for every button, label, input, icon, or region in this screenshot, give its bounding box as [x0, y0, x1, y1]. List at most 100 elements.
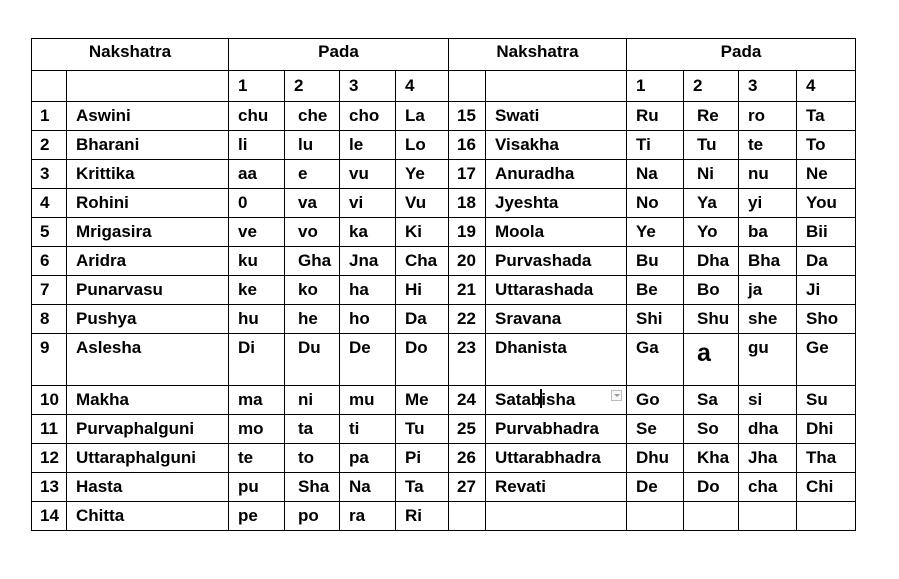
pada-syllable-cell[interactable]: Tu	[395, 414, 449, 444]
pada-syllable-cell[interactable]: Da	[796, 246, 856, 276]
pada-syllable-cell[interactable]: ve	[228, 217, 285, 247]
nakshatra-name-cell[interactable]: Bharani	[66, 130, 229, 160]
pada-syllable-cell[interactable]: ha	[339, 275, 396, 305]
nakshatra-name-cell[interactable]: Jyeshta	[485, 188, 627, 218]
pada-syllable-cell[interactable]: vo	[284, 217, 340, 247]
pada-syllable-cell[interactable]: she	[738, 304, 797, 334]
nakshatra-name-cell[interactable]: Chitta	[66, 501, 229, 531]
pada-syllable-cell[interactable]: Tha	[796, 443, 856, 473]
nakshatra-number-cell[interactable]: 25	[448, 414, 486, 444]
pada-syllable-cell[interactable]: cha	[738, 472, 797, 502]
nakshatra-name-cell[interactable]: Anuradha	[485, 159, 627, 189]
nakshatra-name-cell[interactable]: Rohini	[66, 188, 229, 218]
pada-syllable-cell[interactable]: Dhu	[626, 443, 684, 473]
header-nakshatra-left[interactable]: Nakshatra	[31, 38, 229, 71]
pada-syllable-cell[interactable]: Ta	[395, 472, 449, 502]
pada-syllable-cell[interactable]: Sa	[683, 385, 739, 415]
pada-syllable-cell[interactable]: mo	[228, 414, 285, 444]
pada-syllable-cell[interactable]: Jha	[738, 443, 797, 473]
nakshatra-number-cell[interactable]: 11	[31, 414, 67, 444]
pada-syllable-cell[interactable]: Cha	[395, 246, 449, 276]
nakshatra-number-cell[interactable]: 21	[448, 275, 486, 305]
pada-syllable-cell[interactable]: Su	[796, 385, 856, 415]
pada-syllable-cell[interactable]: Sha	[284, 472, 340, 502]
nakshatra-name-cell[interactable]	[485, 501, 627, 531]
pada-number-cell[interactable]: 4	[796, 70, 856, 102]
nakshatra-number-cell[interactable]	[448, 501, 486, 531]
nakshatra-number-cell[interactable]: 27	[448, 472, 486, 502]
pada-syllable-cell[interactable]: mu	[339, 385, 396, 415]
pada-syllable-cell[interactable]: te	[228, 443, 285, 473]
pada-syllable-cell[interactable]: ho	[339, 304, 396, 334]
pada-syllable-cell[interactable]: Ru	[626, 101, 684, 131]
pada-syllable-cell[interactable]: Bu	[626, 246, 684, 276]
pada-syllable-cell[interactable]: to	[284, 443, 340, 473]
pada-syllable-cell[interactable]: 0	[228, 188, 285, 218]
pada-syllable-cell[interactable]: Ye	[395, 159, 449, 189]
pada-syllable-cell[interactable]: yi	[738, 188, 797, 218]
pada-syllable-cell[interactable]: chu	[228, 101, 285, 131]
pada-syllable-cell[interactable]: Re	[683, 101, 739, 131]
nakshatra-number-cell[interactable]: 7	[31, 275, 67, 305]
empty-cell[interactable]	[448, 70, 486, 102]
pada-syllable-cell[interactable]: hu	[228, 304, 285, 334]
nakshatra-name-cell[interactable]: Hasta	[66, 472, 229, 502]
header-pada-left[interactable]: Pada	[228, 38, 449, 71]
pada-syllable-cell[interactable]: Ri	[395, 501, 449, 531]
pada-syllable-cell[interactable]: Ta	[796, 101, 856, 131]
nakshatra-name-cell[interactable]: Swati	[485, 101, 627, 131]
nakshatra-number-cell[interactable]: 23	[448, 333, 486, 386]
pada-syllable-cell[interactable]: ni	[284, 385, 340, 415]
nakshatra-name-cell[interactable]: Uttarashada	[485, 275, 627, 305]
pada-syllable-cell[interactable]: he	[284, 304, 340, 334]
pada-syllable-cell[interactable]: pu	[228, 472, 285, 502]
nakshatra-name-cell[interactable]: Uttarabhadra	[485, 443, 627, 473]
pada-syllable-cell[interactable]: Vu	[395, 188, 449, 218]
pada-syllable-cell[interactable]: Dha	[683, 246, 739, 276]
nakshatra-number-cell[interactable]: 10	[31, 385, 67, 415]
nakshatra-number-cell[interactable]: 5	[31, 217, 67, 247]
nakshatra-name-cell[interactable]: Purvaphalguni	[66, 414, 229, 444]
pada-syllable-cell[interactable]: ko	[284, 275, 340, 305]
pada-syllable-cell[interactable]: Ki	[395, 217, 449, 247]
nakshatra-number-cell[interactable]: 4	[31, 188, 67, 218]
pada-syllable-cell[interactable]: a	[683, 333, 739, 386]
pada-syllable-cell[interactable]: Ge	[796, 333, 856, 386]
pada-number-cell[interactable]: 2	[683, 70, 739, 102]
nakshatra-name-cell[interactable]: Purvashada	[485, 246, 627, 276]
nakshatra-name-cell[interactable]: Dhanista	[485, 333, 627, 386]
nakshatra-number-cell[interactable]: 14	[31, 501, 67, 531]
header-pada-right[interactable]: Pada	[626, 38, 856, 71]
nakshatra-number-cell[interactable]: 9	[31, 333, 67, 386]
nakshatra-number-cell[interactable]: 3	[31, 159, 67, 189]
pada-syllable-cell[interactable]: vi	[339, 188, 396, 218]
pada-syllable-cell[interactable]: lu	[284, 130, 340, 160]
pada-number-cell[interactable]: 3	[339, 70, 396, 102]
pada-syllable-cell[interactable]: Pi	[395, 443, 449, 473]
pada-syllable-cell[interactable]: Do	[683, 472, 739, 502]
nakshatra-name-cell[interactable]: Sravana	[485, 304, 627, 334]
nakshatra-number-cell[interactable]: 12	[31, 443, 67, 473]
pada-syllable-cell[interactable]: Bha	[738, 246, 797, 276]
pada-syllable-cell[interactable]	[626, 501, 684, 531]
nakshatra-name-cell[interactable]: Visakha	[485, 130, 627, 160]
nakshatra-number-cell[interactable]: 24	[448, 385, 486, 415]
pada-syllable-cell[interactable]: si	[738, 385, 797, 415]
pada-syllable-cell[interactable]: Na	[626, 159, 684, 189]
pada-syllable-cell[interactable]: pa	[339, 443, 396, 473]
pada-syllable-cell[interactable]: li	[228, 130, 285, 160]
pada-syllable-cell[interactable]: Hi	[395, 275, 449, 305]
nakshatra-name-cell[interactable]: Uttaraphalguni	[66, 443, 229, 473]
pada-syllable-cell[interactable]: Go	[626, 385, 684, 415]
pada-syllable-cell[interactable]: Kha	[683, 443, 739, 473]
pada-syllable-cell[interactable]: ku	[228, 246, 285, 276]
nakshatra-number-cell[interactable]: 15	[448, 101, 486, 131]
pada-syllable-cell[interactable]	[796, 501, 856, 531]
pada-syllable-cell[interactable]: le	[339, 130, 396, 160]
pada-syllable-cell[interactable]: ba	[738, 217, 797, 247]
pada-syllable-cell[interactable]: ka	[339, 217, 396, 247]
nakshatra-number-cell[interactable]: 1	[31, 101, 67, 131]
nakshatra-number-cell[interactable]: 8	[31, 304, 67, 334]
nakshatra-number-cell[interactable]: 26	[448, 443, 486, 473]
pada-syllable-cell[interactable]: ke	[228, 275, 285, 305]
